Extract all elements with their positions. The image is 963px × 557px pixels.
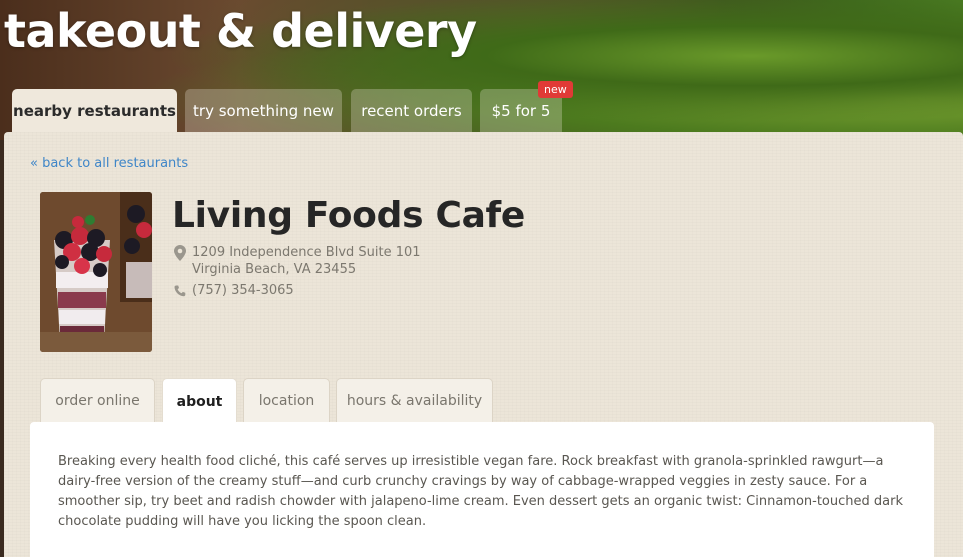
- tab-label: nearby restaurants: [13, 102, 176, 120]
- tab-order-online[interactable]: order online: [40, 378, 155, 423]
- tab-label: location: [258, 393, 315, 409]
- address-line-1: 1209 Independence Blvd Suite 101: [192, 245, 421, 260]
- tab-hours-availability[interactable]: hours & availability: [336, 378, 493, 423]
- address-line-2: Virginia Beach, VA 23455: [192, 262, 357, 277]
- tab-label: $5 for 5: [491, 102, 551, 120]
- tab-about[interactable]: about: [162, 378, 237, 424]
- page-title: takeout & delivery: [4, 4, 477, 58]
- back-to-restaurants-link[interactable]: « back to all restaurants: [30, 156, 188, 171]
- phone-number: (757) 354-3065: [192, 283, 294, 298]
- tab-label: try something new: [193, 102, 334, 120]
- tab-label: hours & availability: [346, 393, 483, 409]
- tab-label: order online: [55, 393, 140, 409]
- map-pin-icon: [174, 245, 186, 266]
- restaurant-photo: [40, 192, 152, 352]
- tab-label: recent orders: [361, 102, 462, 120]
- tab-recent-orders[interactable]: recent orders: [351, 89, 472, 133]
- tab-label: about: [176, 393, 223, 410]
- tab-location[interactable]: location: [243, 378, 330, 423]
- about-description: Breaking every health food cliché, this …: [58, 454, 903, 529]
- tab-nearby-restaurants[interactable]: nearby restaurants: [12, 89, 177, 133]
- tab-try-something-new[interactable]: try something new: [185, 89, 342, 133]
- restaurant-name: Living Foods Cafe: [172, 195, 526, 236]
- new-badge: new: [538, 81, 573, 98]
- berry-parfait-icon: [40, 192, 152, 352]
- phone-icon: [174, 284, 186, 302]
